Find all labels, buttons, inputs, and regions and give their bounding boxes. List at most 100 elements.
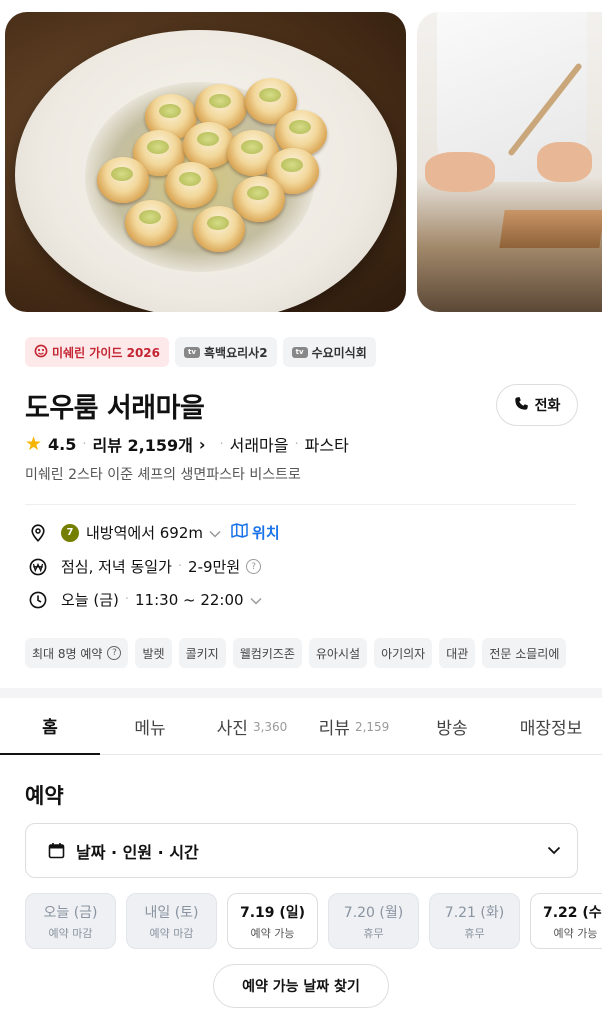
subway-line-badge: 7: [61, 523, 79, 542]
chevron-right-icon: ›: [198, 434, 206, 454]
tab-photos[interactable]: 사진 3,360: [200, 698, 304, 755]
calendar-icon: [48, 842, 65, 859]
location-row[interactable]: 7 내방역에서 692m 위치: [27, 522, 280, 543]
area-label: 서래마을: [229, 436, 289, 455]
date-status: 예약 가능: [250, 926, 295, 940]
tab-count: 3,360: [252, 719, 288, 734]
separator-dot: ·: [294, 436, 299, 452]
tv-show-label: 수요미식회: [311, 345, 367, 360]
date-option[interactable]: 7.20 (월) 휴무: [328, 893, 419, 949]
date-options: 오늘 (금) 예약 마감 내일 (토) 예약 마감 7.19 (일) 예약 가능…: [25, 893, 614, 949]
amenity-chip: 웰컴키즈존: [232, 638, 302, 668]
price-row: 점심, 저녁 동일가 · 2-9만원 ?: [27, 556, 262, 577]
amenity-chip: 유아시설: [308, 638, 368, 668]
tv-show-badge[interactable]: tv 수요미식회: [282, 337, 376, 367]
star-icon: ★: [25, 433, 43, 455]
amenity-chip[interactable]: 최대 8명 예약 ?: [25, 638, 129, 668]
tab-store-info[interactable]: 매장정보: [500, 698, 602, 755]
amenity-chip: 발렛: [135, 638, 172, 668]
help-icon[interactable]: ?: [246, 559, 262, 574]
reservation-picker[interactable]: 날짜 · 인원 · 시간: [25, 823, 578, 878]
amenity-chip-label: 발렛: [142, 646, 165, 661]
amenity-chip: 콜키지: [178, 638, 226, 668]
call-button[interactable]: 전화: [496, 384, 578, 426]
restaurant-photo-chef[interactable]: [417, 12, 602, 312]
tab-home[interactable]: 홈: [0, 698, 100, 755]
rating-value: 4.5: [48, 434, 77, 454]
phone-icon: [514, 396, 529, 415]
date-status: 휴무: [363, 926, 384, 940]
date-status: 휴무: [464, 926, 485, 940]
chevron-down-icon: [250, 591, 262, 609]
price-meal-label: 점심, 저녁 동일가: [61, 558, 172, 576]
date-label: 7.20 (월): [343, 904, 404, 921]
date-label: 7.19 (일): [239, 904, 306, 921]
date-status: 예약 마감: [48, 926, 93, 940]
rating-row: ★ 4.5 · 리뷰 2,159개 › · 서래마을 · 파스타: [25, 432, 349, 456]
map-link-label: 위치: [252, 524, 280, 542]
subway-distance: 내방역에서 692m: [86, 524, 204, 542]
restaurant-description: 미쉐린 2스타 이준 셰프의 생면파스타 비스트로: [25, 467, 301, 483]
date-label: 7.22 (수): [542, 904, 609, 921]
map-icon: [231, 523, 248, 542]
amenity-chip-label: 전문 소믈리에: [489, 646, 560, 661]
amenity-chips: 최대 8명 예약 ? 발렛 콜키지 웰컴키즈존 유아시설 아기의자 대관 전문 …: [25, 638, 567, 668]
date-option[interactable]: 7.21 (화) 휴무: [429, 893, 520, 949]
amenity-chip-label: 아기의자: [381, 646, 426, 661]
map-link[interactable]: 위치: [231, 522, 280, 543]
cutting-board-image: [499, 210, 602, 248]
date-label: 7.21 (화): [444, 904, 505, 921]
date-option[interactable]: 오늘 (금) 예약 마감: [25, 893, 116, 949]
scallop-image: [97, 157, 149, 203]
amenity-chip: 아기의자: [374, 638, 433, 668]
hand-image: [537, 142, 592, 182]
tv-show-badge[interactable]: tv 흑백요리사2: [175, 337, 277, 367]
amenity-chip-label: 웰컴키즈존: [239, 646, 295, 661]
scallop-image: [233, 176, 285, 222]
amenity-chip-label: 콜키지: [185, 646, 219, 661]
hours-time: 11:30 ~ 22:00: [135, 590, 244, 609]
restaurant-photo-dish[interactable]: [5, 12, 406, 312]
tab-broadcast[interactable]: 방송: [404, 698, 500, 755]
location-pin-icon: [27, 523, 49, 542]
amenity-chip-label: 최대 8명 예약: [32, 646, 103, 661]
date-status: 예약 마감: [149, 926, 194, 940]
hand-image: [425, 152, 495, 192]
amenity-chip-label: 유아시설: [315, 646, 361, 661]
tab-count: 2,159: [354, 719, 390, 734]
tab-label: 리뷰: [318, 719, 350, 739]
divider: [25, 504, 576, 505]
find-available-date-button[interactable]: 예약 가능 날짜 찾기: [213, 964, 389, 1008]
review-count-link[interactable]: 리뷰 2,159개: [93, 432, 193, 456]
date-option[interactable]: 7.19 (일) 예약 가능: [227, 893, 318, 949]
scallop-image: [165, 162, 217, 208]
reservation-picker-label: 날짜 · 인원 · 시간: [76, 842, 199, 862]
help-icon[interactable]: ?: [107, 646, 122, 660]
chevron-down-icon: [547, 846, 561, 855]
hours-day: 오늘 (금): [61, 591, 119, 609]
section-divider: [0, 688, 614, 698]
call-label: 전화: [534, 398, 561, 414]
restaurant-name: 도우룸 서래마을: [25, 393, 205, 424]
tab-reviews[interactable]: 리뷰 2,159: [304, 698, 404, 755]
michelin-badge-label: 미쉐린 가이드 2026: [52, 345, 160, 360]
separator-dot: ·: [177, 559, 183, 574]
tab-label: 방송: [436, 719, 468, 739]
reservation-title: 예약: [25, 784, 64, 808]
separator-dot: ·: [219, 436, 224, 452]
date-label: 내일 (토): [144, 904, 199, 921]
tab-menu[interactable]: 메뉴: [100, 698, 200, 755]
michelin-badge[interactable]: 미쉐린 가이드 2026: [25, 337, 169, 367]
scallop-image: [193, 206, 245, 252]
scallop-image: [125, 200, 177, 246]
amenity-chip: 대관: [439, 638, 476, 668]
amenity-chip: 전문 소믈리에: [482, 638, 567, 668]
badge-row: 미쉐린 가이드 2026 tv 흑백요리사2 tv 수요미식회: [25, 337, 376, 367]
tab-bar: 홈 메뉴 사진 3,360 리뷰 2,159 방송 매장정보: [0, 698, 602, 755]
tv-show-label: 흑백요리사2: [204, 345, 268, 360]
date-label: 오늘 (금): [43, 904, 98, 921]
right-edge-rail: [602, 0, 614, 1024]
tv-icon: tv: [184, 346, 200, 358]
hours-row[interactable]: 오늘 (금) · 11:30 ~ 22:00: [27, 589, 262, 610]
date-option[interactable]: 내일 (토) 예약 마감: [126, 893, 217, 949]
